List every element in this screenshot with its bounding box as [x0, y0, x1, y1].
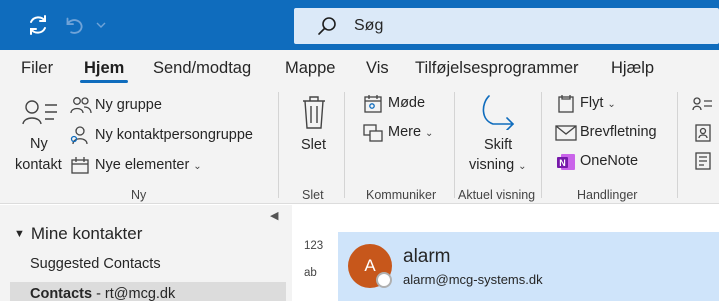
mail-merge-icon	[555, 122, 577, 144]
change-view-label-line2: visning ⌄	[469, 157, 527, 173]
group-separator	[454, 92, 455, 198]
presence-status-icon	[376, 272, 392, 288]
change-view-arrow-icon	[478, 94, 518, 130]
folder-pane: ◀ ▼ Mine kontakter Suggested Contacts Con…	[0, 205, 292, 301]
new-items-icon	[70, 154, 92, 176]
folder-root-my-contacts[interactable]: ▼ Mine kontakter	[14, 224, 142, 244]
chevron-down-icon: ⌄	[518, 161, 527, 172]
folder-suggested-contacts[interactable]: Suggested Contacts	[30, 256, 161, 272]
more-label: Mere ⌄	[388, 124, 434, 140]
new-contact-group-label: Ny kontaktpersongruppe	[95, 127, 253, 143]
new-group-label: Ny gruppe	[95, 97, 162, 113]
chevron-down-icon: ⌄	[425, 128, 434, 139]
contact-email: alarm@mcg-systems.dk	[403, 272, 543, 287]
tab-tilfoejelsesprogrammer[interactable]: Tilføjelsesprogrammer	[415, 59, 579, 78]
collapse-pane-icon[interactable]: ◀	[270, 209, 278, 222]
new-contact-label-line2: kontakt	[15, 157, 62, 173]
folder-account-label: - rt@mcg.dk	[92, 286, 176, 301]
contact-name: alarm	[403, 246, 451, 267]
search-input[interactable]	[354, 14, 654, 38]
sync-icon[interactable]	[25, 12, 51, 38]
onenote-label: OneNote	[580, 153, 639, 169]
more-icon	[362, 122, 384, 144]
group-separator	[344, 92, 345, 198]
contact-card[interactable]: A alarm alarm@mcg-systems.dk	[338, 232, 719, 301]
expand-triangle-icon[interactable]: ▼	[14, 228, 25, 240]
index-123[interactable]: 123	[304, 240, 323, 252]
contact-group-icon	[70, 124, 92, 146]
group-label-aktuel-visning: Aktuel visning	[458, 188, 536, 202]
chevron-down-icon: ⌄	[193, 161, 202, 172]
group-separator	[541, 92, 542, 198]
move-icon	[555, 93, 577, 115]
new-items-label: Nye elementer ⌄	[95, 157, 202, 173]
tab-hjaelp[interactable]: Hjælp	[611, 59, 654, 78]
move-label: Flyt ⌄	[580, 95, 616, 111]
tab-vis[interactable]: Vis	[366, 59, 389, 78]
ribbon: Ny kontakt Ny gruppe Ny kontaktpersongru…	[0, 88, 719, 204]
folder-root-label: Mine kontakter	[30, 224, 143, 243]
group-label-ny: Ny	[131, 188, 147, 202]
search-box[interactable]	[294, 8, 719, 44]
change-view-label-line1: Skift	[484, 137, 513, 153]
search-icon	[316, 15, 338, 37]
calendar-icon	[362, 93, 384, 115]
contact-list-icon[interactable]	[692, 95, 712, 115]
onenote-icon: N	[555, 151, 577, 173]
group-label-kommuniker: Kommuniker	[366, 188, 437, 202]
contact-card-icon	[21, 96, 59, 130]
tab-mappe[interactable]: Mappe	[285, 59, 335, 78]
address-card-icon[interactable]	[694, 123, 712, 143]
index-ab[interactable]: ab	[304, 267, 317, 279]
group-separator	[677, 92, 678, 198]
tab-send-modtag[interactable]: Send/modtag	[153, 59, 251, 78]
group-separator	[278, 92, 279, 198]
address-book-icon[interactable]	[694, 151, 712, 171]
chevron-down-icon[interactable]	[88, 12, 114, 38]
chevron-down-icon: ⌄	[607, 99, 616, 110]
meeting-label: Møde	[388, 95, 426, 111]
title-bar	[0, 0, 719, 50]
mail-merge-label: Brevfletning	[580, 124, 657, 140]
new-contact-label-line1: Ny	[30, 136, 48, 152]
folder-contacts-label: Contacts	[30, 286, 93, 301]
undo-icon[interactable]	[60, 12, 86, 38]
active-tab-indicator	[80, 80, 128, 83]
group-label-handlinger: Handlinger	[577, 188, 638, 202]
tab-hjem[interactable]: Hjem	[84, 59, 124, 78]
delete-label: Slet	[301, 137, 326, 153]
group-label-slet: Slet	[302, 188, 324, 202]
tab-filer[interactable]: Filer	[21, 59, 53, 78]
contact-list: 123 ab A alarm alarm@mcg-systems.dk	[292, 205, 719, 301]
trash-icon	[300, 94, 328, 130]
people-group-icon	[70, 94, 92, 116]
folder-contacts[interactable]: Contacts - rt@mcg.dk	[30, 286, 175, 301]
svg-text:N: N	[559, 158, 566, 168]
